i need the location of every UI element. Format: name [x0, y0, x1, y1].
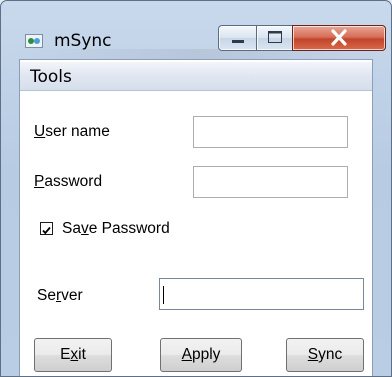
- close-button[interactable]: [292, 25, 386, 51]
- dialog-client-area: Tools User name Password Save Password S…: [19, 59, 373, 376]
- maximize-button[interactable]: [256, 25, 294, 51]
- title-bar[interactable]: mSync: [1, 1, 391, 57]
- apply-button[interactable]: Apply: [160, 338, 242, 372]
- menu-bar: Tools: [20, 62, 372, 91]
- password-label: Password: [34, 173, 103, 190]
- server-field[interactable]: [159, 278, 364, 310]
- checkmark-icon: [42, 226, 51, 235]
- maximize-icon: [268, 31, 282, 43]
- menu-tools[interactable]: Tools: [30, 67, 72, 87]
- sync-button[interactable]: Sync: [286, 338, 364, 372]
- save-password-checkbox[interactable]: [40, 222, 53, 235]
- exit-button[interactable]: Exit: [34, 338, 112, 372]
- username-field[interactable]: [193, 116, 348, 148]
- window-title: mSync: [54, 31, 112, 51]
- text-caret: [163, 286, 164, 304]
- minimize-icon: [232, 40, 244, 43]
- save-password-label[interactable]: Save Password: [62, 220, 170, 238]
- minimize-button[interactable]: [218, 25, 258, 51]
- password-field[interactable]: [193, 166, 348, 198]
- app-window: mSync Tools User name Password Save Pass…: [0, 0, 392, 377]
- username-label: User name: [34, 123, 110, 140]
- close-icon: [331, 29, 347, 46]
- server-label: Server: [37, 287, 83, 304]
- app-sync-icon: [25, 34, 43, 48]
